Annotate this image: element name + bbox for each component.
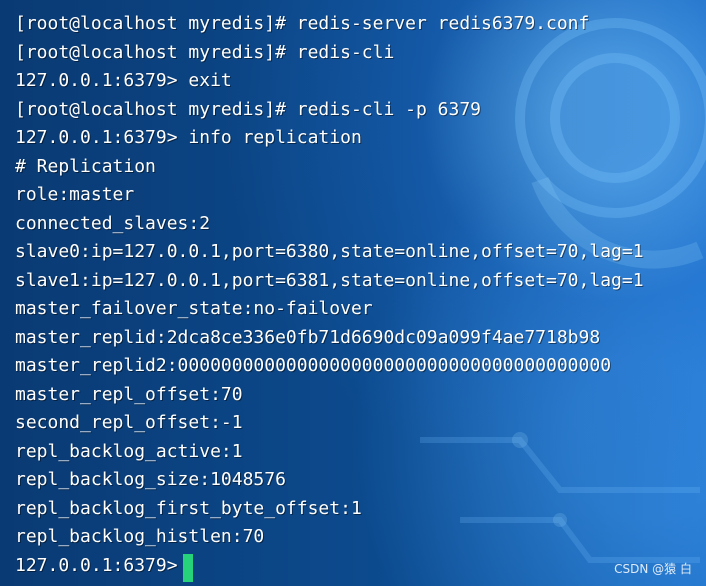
- terminal-line-05: 127.0.0.1:6379> info replication: [15, 127, 362, 148]
- terminal-line-19: repl_backlog_histlen:70: [15, 526, 265, 547]
- terminal-line-12: master_replid:2dca8ce336e0fb71d6690dc09a…: [15, 327, 601, 348]
- terminal-line-14: master_repl_offset:70: [15, 384, 243, 405]
- terminal-line-11: master_failover_state:no-failover: [15, 298, 373, 319]
- terminal-line-16: repl_backlog_active:1: [15, 441, 243, 462]
- terminal-line-10: slave1:ip=127.0.0.1,port=6381,state=onli…: [15, 270, 644, 291]
- terminal-line-02: [root@localhost myredis]# redis-cli: [15, 42, 395, 63]
- csdn-watermark: CSDN @猿 白: [614, 562, 692, 576]
- terminal-window[interactable]: [root@localhost myredis]# redis-server r…: [0, 0, 706, 586]
- terminal-line-01: [root@localhost myredis]# redis-server r…: [15, 13, 590, 34]
- terminal-line-04: [root@localhost myredis]# redis-cli -p 6…: [15, 99, 481, 120]
- terminal-line-15: second_repl_offset:-1: [15, 412, 243, 433]
- terminal-line-03: 127.0.0.1:6379> exit: [15, 70, 232, 91]
- terminal-prompt-line[interactable]: 127.0.0.1:6379>: [15, 552, 188, 580]
- terminal-cursor: [183, 554, 193, 582]
- terminal-line-08: connected_slaves:2: [15, 213, 211, 234]
- terminal-line-07: role:master: [15, 184, 135, 205]
- terminal-line-18: repl_backlog_first_byte_offset:1: [15, 498, 362, 519]
- terminal-line-17: repl_backlog_size:1048576: [15, 469, 286, 490]
- terminal-line-13: master_replid2:0000000000000000000000000…: [15, 355, 612, 376]
- terminal-line-09: slave0:ip=127.0.0.1,port=6380,state=onli…: [15, 241, 644, 262]
- terminal-line-06: # Replication: [15, 156, 156, 177]
